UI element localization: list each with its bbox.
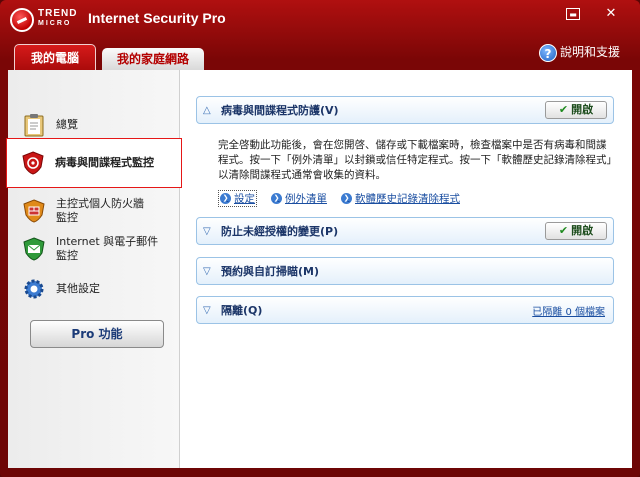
email-shield-icon (22, 237, 46, 261)
panel-unauthorized-changes-header[interactable]: ▽ 防止未經授權的變更(P) ✔ 開啟 (196, 217, 614, 245)
status-label: 開啟 (571, 103, 594, 116)
help-link[interactable]: ? 說明和支援 (538, 42, 620, 62)
chevron-down-icon: ▽ (203, 265, 211, 277)
settings-link[interactable]: ❯ 設定 (218, 190, 257, 207)
firewall-shield-icon (22, 199, 46, 223)
close-button[interactable]: ✕ (604, 7, 618, 20)
biohazard-shield-icon (21, 151, 45, 175)
main-panel: △ 病毒與間諜程式防護(V) ✔ 開啟 完全啓動此功能後，會在您開啓、儲存或下載檔… (196, 70, 632, 468)
sidebar-item-label: 其他設定 (56, 282, 100, 295)
brand-line2: MICRO (38, 20, 72, 27)
unauthorized-status-button[interactable]: ✔ 開啟 (545, 222, 607, 240)
sidebar-item-label: 主控式個人防火牆 監控 (56, 197, 144, 224)
app-window: TREND MICRO Internet Security Pro ▬ ✕ 我的… (0, 0, 640, 477)
brand-line1: TREND (38, 8, 78, 19)
virus-status-button[interactable]: ✔ 開啟 (545, 101, 607, 119)
gear-icon (22, 277, 46, 301)
panel-quarantine-header[interactable]: ▽ 隔離(Q) 已隔離 0 個檔案 (196, 296, 614, 324)
chevron-down-icon: ▽ (203, 304, 211, 316)
history-cleaner-link[interactable]: ❯ 軟體歷史記錄清除程式 (341, 190, 460, 207)
sidebar-item-label: 總覽 (56, 118, 78, 131)
panel-scheduled-scan-header[interactable]: ▽ 預約與自訂掃瞄(M) (196, 257, 614, 285)
sidebar-item-firewall[interactable]: 主控式個人防火牆 監控 (8, 190, 180, 232)
chevron-down-icon: ▽ (203, 225, 211, 237)
content-area: 總覽 病毒與間諜程式監控 主控式個人防火牆 監控 Internet 與電子郵件 … (6, 70, 632, 468)
checkmark-icon: ✔ (558, 103, 569, 116)
sidebar-item-virus-spyware[interactable]: 病毒與間諜程式監控 (6, 138, 182, 188)
arrow-right-icon: ❯ (220, 193, 231, 204)
help-label: 說明和支援 (559, 45, 620, 59)
chevron-up-icon: △ (203, 104, 211, 116)
panel-title: 隔離(Q) (221, 304, 263, 317)
checkmark-icon: ✔ (558, 224, 569, 237)
minimize-button[interactable]: ▬ (566, 8, 580, 20)
exception-list-link[interactable]: ❯ 例外清單 (271, 190, 327, 207)
panel-title: 病毒與間諜程式防護(V) (221, 104, 339, 117)
panel-title: 預約與自訂掃瞄(M) (221, 265, 320, 278)
arrow-right-icon: ❯ (341, 193, 352, 204)
title-bar[interactable]: TREND MICRO Internet Security Pro ▬ ✕ (0, 0, 640, 40)
sidebar-item-internet-email[interactable]: Internet 與電子郵件 監控 (8, 228, 180, 270)
panel-virus-spyware-header[interactable]: △ 病毒與間諜程式防護(V) ✔ 開啟 (196, 96, 614, 124)
quarantine-count-link[interactable]: 已隔離 0 個檔案 (532, 303, 605, 318)
virus-links: ❯ 設定 ❯ 例外清單 ❯ 軟體歷史記錄清除程式 (218, 190, 460, 207)
status-label: 開啟 (571, 224, 594, 237)
trend-micro-logo-icon (10, 8, 34, 32)
arrow-right-icon: ❯ (271, 193, 282, 204)
pro-features-button[interactable]: Pro 功能 (30, 320, 164, 348)
question-icon: ? (538, 43, 557, 62)
panel-title: 防止未經授權的變更(P) (221, 225, 339, 238)
sidebar-item-label: Internet 與電子郵件 監控 (56, 235, 159, 262)
sidebar-item-other-settings[interactable]: 其他設定 (8, 268, 180, 310)
brand-wordmark: TREND MICRO (38, 9, 77, 29)
tab-my-home-network[interactable]: 我的家庭網路 (102, 48, 204, 70)
link-label: 軟體歷史記錄清除程式 (355, 193, 460, 205)
tab-my-computer[interactable]: 我的電腦 (14, 44, 96, 72)
clipboard-icon (22, 113, 46, 137)
link-label: 例外清單 (285, 193, 327, 205)
app-title: Internet Security Pro (88, 10, 226, 26)
sidebar-item-label: 病毒與間諜程式監控 (55, 156, 154, 169)
link-label: 設定 (234, 193, 255, 205)
sidebar: 總覽 病毒與間諜程式監控 主控式個人防火牆 監控 Internet 與電子郵件 … (6, 70, 182, 468)
virus-description: 完全啓動此功能後，會在您開啓、儲存或下載檔案時，檢查檔案中是否有病毒和間諜程式。… (218, 139, 612, 181)
